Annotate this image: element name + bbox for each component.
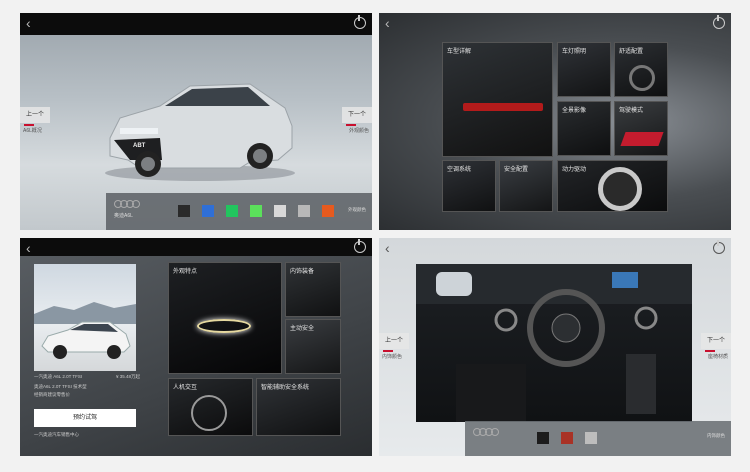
right-sublabel: 座椅材质: [707, 354, 728, 360]
panel-interior: ‹ 上一个 内饰颜色 下一个 座椅材质 内饰颜色: [379, 238, 731, 456]
back-icon[interactable]: ‹: [385, 241, 390, 255]
next-button[interactable]: 下一个: [701, 333, 731, 352]
color-swatch[interactable]: [585, 432, 597, 444]
detail-tile-0[interactable]: 外观特点: [168, 262, 282, 374]
footer-text: 一汽奥迪汽车销售中心: [34, 432, 79, 437]
panel-features: ‹ 车型详解 车灯照明 舒适配置 全景影像 驾驶模式 空调系统 安全配置 动力驱…: [379, 13, 731, 230]
audi-logo: [473, 427, 499, 436]
info-line: 奥迪A6L 2.0T TFSI 技术型: [34, 384, 87, 389]
color-swatch[interactable]: [250, 205, 262, 217]
info-line: 经销商建议零售价: [34, 392, 70, 397]
feature-tile-label: 车型详解: [447, 49, 472, 55]
car-image: [105, 83, 295, 181]
prev-button[interactable]: 上一个: [379, 333, 409, 352]
feature-tile-label: 安全配置: [504, 167, 529, 173]
interior-image: [416, 264, 692, 422]
right-sublabel: 外观颜色: [348, 128, 369, 134]
color-swatch[interactable]: [178, 205, 190, 217]
grille-badge: ABT: [133, 143, 146, 149]
left-sublabel: 内饰颜色: [382, 354, 403, 360]
left-sublabel: A6L概况: [23, 128, 42, 134]
color-swatch[interactable]: [202, 205, 214, 217]
color-swatch[interactable]: [322, 205, 334, 217]
back-icon[interactable]: ‹: [26, 16, 31, 30]
back-icon[interactable]: ‹: [26, 241, 31, 255]
caption-left: 一汽奥迪 A6L 2.0T TFSI: [34, 374, 83, 379]
car-photo: [34, 264, 136, 371]
feature-tile-7[interactable]: 动力驱动: [557, 160, 668, 212]
top-bar: ‹: [20, 238, 372, 256]
feature-tile-label: 驾驶模式: [619, 108, 644, 114]
detail-tile-label: 智能辅助安全系统: [261, 385, 310, 391]
top-bar: ‹: [379, 13, 731, 35]
color-swatch[interactable]: [561, 432, 573, 444]
detail-tile-label: 内饰装备: [290, 269, 315, 275]
detail-tile-1[interactable]: 内饰装备: [285, 262, 341, 317]
test-drive-button[interactable]: 预约试驾: [34, 409, 136, 427]
next-label: 下一个: [347, 112, 366, 118]
feature-tile-label: 动力驱动: [562, 167, 587, 173]
caption-right: ¥ 35.48万起: [116, 374, 141, 379]
detail-tile-label: 外观特点: [173, 269, 198, 275]
next-button[interactable]: 下一个: [342, 107, 372, 126]
test-drive-label: 预约试驾: [72, 415, 97, 421]
feature-tile-0[interactable]: 车型详解: [442, 42, 553, 157]
color-swatch[interactable]: [274, 205, 286, 217]
feature-tile-label: 舒适配置: [619, 49, 644, 55]
panel-exterior: ‹ ABT 上一个 A6L概况 下一个 外观颜色 奥迪A6L 外观颜色: [20, 13, 372, 230]
info-text: 奥迪A6L 2.0T TFSI 技术型 经销商建议零售价: [34, 384, 134, 398]
prev-label: 上一个: [384, 338, 403, 344]
panel-model-detail: ‹ 一汽奥迪 A6L 2.0T TFSI ¥ 35.48万起 奥迪A6L 2.0…: [20, 238, 372, 456]
feature-tile-label: 空调系统: [447, 167, 472, 173]
feature-tile-1[interactable]: 车灯照明: [557, 42, 611, 97]
feature-tile-label: 车灯照明: [562, 49, 587, 55]
detail-tile-label: 主动安全: [290, 326, 315, 332]
prev-label: 上一个: [25, 112, 44, 118]
brand-label: 奥迪A6L: [114, 213, 133, 219]
next-label: 下一个: [706, 338, 725, 344]
feature-tile-3[interactable]: 全景影像: [557, 101, 611, 156]
top-bar: ‹: [379, 238, 731, 260]
feature-tile-2[interactable]: 舒适配置: [614, 42, 668, 97]
detail-tile-3[interactable]: 人机交互: [168, 378, 253, 436]
color-swatch[interactable]: [298, 205, 310, 217]
color-bar-corner: 外观颜色: [348, 207, 366, 212]
back-icon[interactable]: ‹: [385, 16, 390, 30]
prev-button[interactable]: 上一个: [20, 107, 50, 126]
feature-tile-5[interactable]: 空调系统: [442, 160, 496, 212]
detail-tile-2[interactable]: 主动安全: [285, 319, 341, 374]
feature-tile-label: 全景影像: [562, 108, 587, 114]
feature-tile-4[interactable]: 驾驶模式: [614, 101, 668, 156]
power-icon[interactable]: [713, 240, 725, 254]
color-bar: 奥迪A6L 外观颜色: [106, 193, 372, 230]
power-icon[interactable]: [354, 239, 366, 253]
detail-tile-label: 人机交互: [173, 385, 198, 391]
power-icon[interactable]: [713, 15, 725, 29]
feature-tile-6[interactable]: 安全配置: [499, 160, 553, 212]
color-swatch[interactable]: [537, 432, 549, 444]
power-icon[interactable]: [354, 15, 366, 29]
audi-logo: [114, 199, 140, 208]
detail-tile-4[interactable]: 智能辅助安全系统: [256, 378, 341, 436]
top-bar: ‹: [20, 13, 372, 35]
color-swatch[interactable]: [226, 205, 238, 217]
color-bar: 内饰颜色: [465, 421, 731, 456]
color-bar-corner: 内饰颜色: [707, 433, 725, 438]
